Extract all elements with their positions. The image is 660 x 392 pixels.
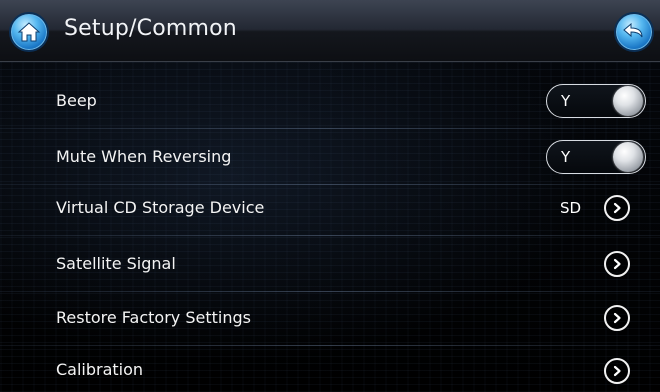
chevron-right-icon — [613, 312, 621, 324]
setting-label: Mute When Reversing — [56, 147, 232, 166]
mute-when-reversing-toggle[interactable]: Y — [546, 140, 646, 174]
toggle-value: Y — [561, 148, 571, 166]
restore-factory-arrow-button[interactable] — [604, 305, 630, 331]
setting-label: Satellite Signal — [56, 254, 176, 273]
chevron-right-icon — [613, 365, 621, 377]
setting-row-virtual-cd-storage[interactable]: Virtual CD Storage Device SD — [0, 180, 660, 236]
setting-row-satellite-signal[interactable]: Satellite Signal — [0, 236, 660, 292]
setting-label: Virtual CD Storage Device — [56, 198, 265, 217]
virtual-cd-storage-arrow-button[interactable] — [604, 195, 630, 221]
setting-label: Beep — [56, 91, 97, 110]
setting-row-mute-when-reversing: Mute When Reversing Y — [0, 129, 660, 185]
home-button[interactable] — [9, 12, 49, 52]
beep-toggle[interactable]: Y — [546, 84, 646, 118]
setting-value: SD — [560, 199, 582, 217]
back-button[interactable] — [614, 12, 654, 52]
screen: Setup/Common Beep Y Mute When Reversing … — [0, 0, 660, 392]
satellite-signal-arrow-button[interactable] — [604, 251, 630, 277]
setting-label: Restore Factory Settings — [56, 308, 251, 327]
home-icon — [17, 22, 41, 42]
chevron-right-icon — [613, 202, 621, 214]
setting-row-beep: Beep Y — [0, 73, 660, 129]
chevron-right-icon — [613, 258, 621, 270]
setting-row-calibration[interactable]: Calibration — [0, 342, 660, 392]
toggle-knob — [613, 86, 643, 116]
setting-label: Calibration — [56, 360, 144, 379]
back-arrow-icon — [623, 22, 643, 38]
setting-row-restore-factory[interactable]: Restore Factory Settings — [0, 290, 660, 346]
toggle-knob — [613, 142, 643, 172]
toggle-value: Y — [561, 92, 571, 110]
title-bar: Setup/Common — [0, 0, 660, 62]
page-title: Setup/Common — [64, 16, 237, 41]
calibration-arrow-button[interactable] — [604, 358, 630, 384]
